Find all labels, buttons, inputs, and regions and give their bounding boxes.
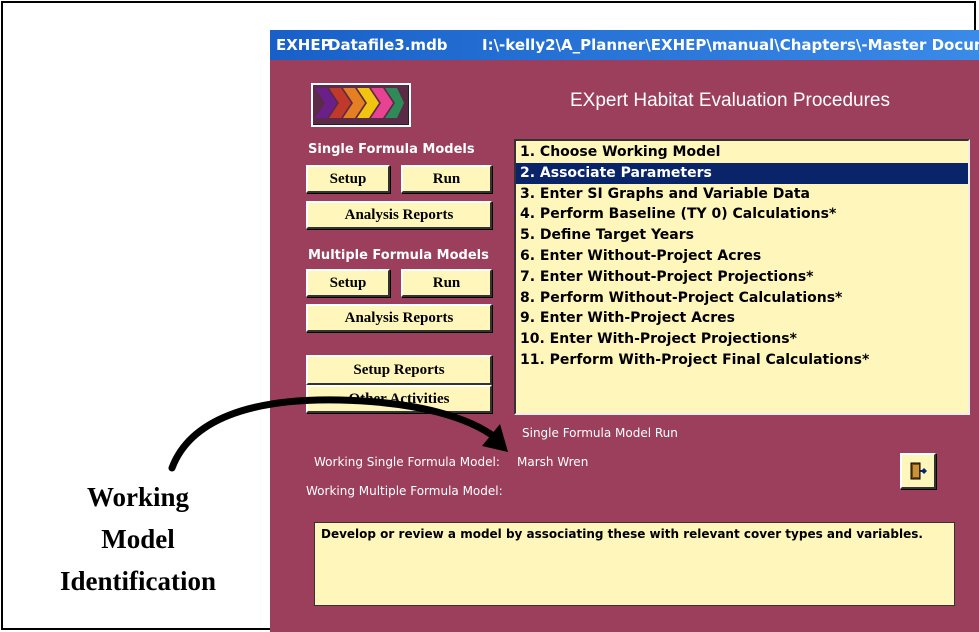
callout-arrow: [168, 396, 508, 472]
